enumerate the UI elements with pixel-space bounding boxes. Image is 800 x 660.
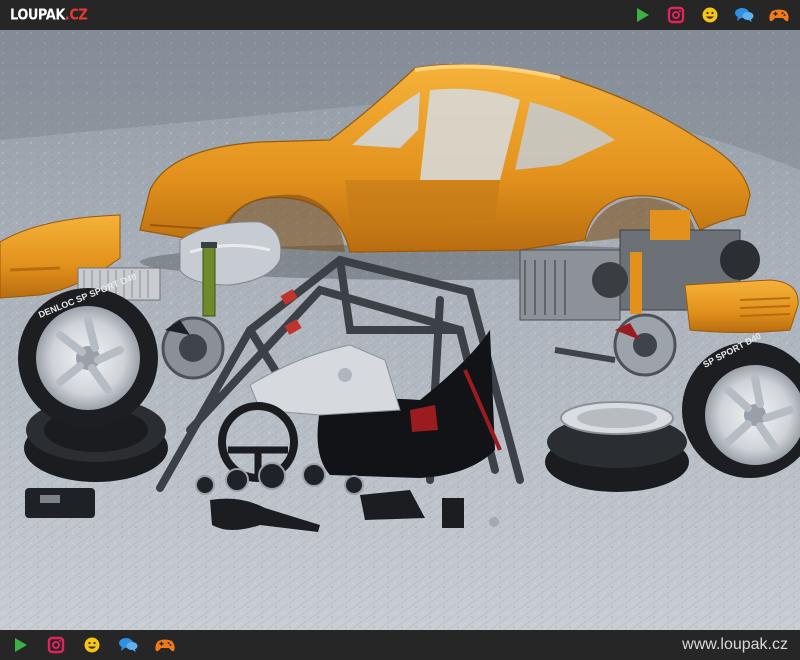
tire-lying-center [545,401,689,492]
instagram-icon[interactable] [46,636,66,654]
brake-disc-left [161,316,225,380]
play-icon[interactable] [632,6,652,24]
smiley-icon[interactable] [82,636,102,654]
chat-icon[interactable] [118,636,138,654]
site-url[interactable]: www.loupak.cz [682,636,788,654]
chat-icon[interactable] [734,6,754,24]
bottom-icon-group [10,636,176,654]
site-logo[interactable]: LOUPAK.CZ [10,6,88,24]
instagram-icon[interactable] [666,6,686,24]
bottom-bar: www.loupak.cz [0,630,800,660]
rear-bumper [684,279,799,333]
top-icon-group [632,6,790,24]
main-photo: DENLOC SP SPORT D40 SP SPORT D40 [0,30,800,630]
top-bar: LOUPAK.CZ [0,0,800,30]
gamepad-icon[interactable] [768,6,790,24]
logo-suffix: .CZ [64,6,88,24]
shock-absorber [201,242,217,317]
logo-text: LOUPAK [10,6,65,24]
disassembled-car-photo: DENLOC SP SPORT D40 SP SPORT D40 [0,30,800,630]
gamepad-icon[interactable] [154,636,176,654]
smiley-icon[interactable] [700,6,720,24]
play-icon[interactable] [10,636,30,654]
